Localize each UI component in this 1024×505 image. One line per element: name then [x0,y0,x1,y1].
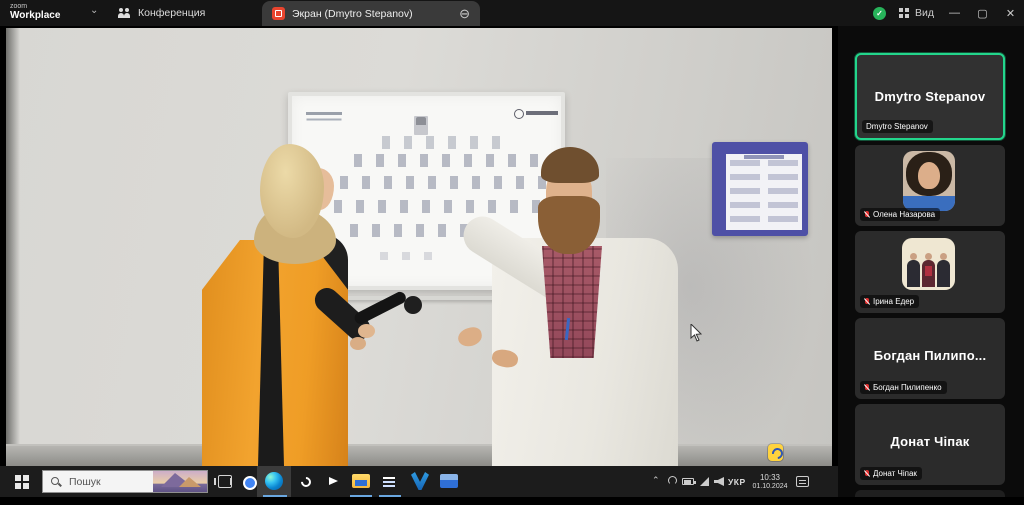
participant-name-tag: Dmytro Stepanov [862,120,933,133]
tab-shared-screen[interactable]: Экран (Dmytro Stepanov) ⊖ [262,1,480,26]
participant-group-avatar [902,238,955,290]
reporter-hand [350,337,366,350]
scene-left-shadow [6,28,20,466]
participant-avatar [903,151,955,211]
shared-screen-content: Пошук ⌃ УКР 10:33 01.10.2024 [0,26,838,505]
maximize-button[interactable]: ▢ [975,7,990,20]
language-indicator[interactable]: УКР [728,477,746,487]
doctor-hand [456,325,484,349]
view-button[interactable]: Вид [899,7,934,19]
avatar-person [937,260,950,287]
microphone-windscreen [404,296,422,314]
whiteboard-title-text [306,112,342,115]
avatar-person [922,260,935,287]
participant-name-tag: Олена Назарова [860,208,940,221]
tv-channel-logo [768,444,783,461]
poster-content [730,160,798,226]
shared-screen-tab-label: Экран (Dmytro Stepanov) [292,8,452,20]
org-chart-row [382,136,502,149]
participant-tile-bohdan-pylypenko[interactable]: Богдан Пилипо... Богдан Пилипенко [855,318,1005,399]
edge-icon[interactable] [265,472,283,490]
search-icon [51,477,61,487]
org-chart-row [334,200,558,213]
participant-name-label: Богдан Пилипенко [873,383,942,392]
doctor-plaid-shirt [542,246,602,358]
avatar-person [907,260,920,287]
whiteboard-top-photo [414,116,428,135]
start-button[interactable] [8,473,36,490]
org-chart-row [340,176,552,189]
brand-zoom-text: zoom [10,3,60,10]
minimize-button[interactable]: — [947,7,962,19]
search-highlight-image [153,471,207,492]
participant-tile-donat-chipak[interactable]: Донат Чіпак Донат Чіпак [855,404,1005,485]
muted-mic-icon [864,298,869,306]
bottom-letterbox [0,497,1024,505]
clock-time: 10:33 [750,473,790,483]
participant-name-label: Олена Назарова [873,210,935,219]
participant-name-center: Донат Чіпак [855,434,1005,449]
search-placeholder: Пошук [69,476,153,488]
org-chart-row [354,154,538,167]
tray-battery-icon[interactable] [682,478,694,485]
muted-mic-icon [864,384,869,392]
media-folder-app-icon[interactable] [352,474,370,488]
participant-name-center: Богдан Пилипо... [855,348,1005,363]
tray-volume-icon[interactable] [714,477,724,486]
whiteboard-logo [514,109,560,118]
participant-tile-iryna-eder[interactable]: Ірина Едер [855,231,1005,313]
taskbar-search-input[interactable]: Пошук [42,470,208,493]
shared-video-scene [6,28,832,466]
security-shield-icon[interactable]: ✓ [873,7,886,20]
tray-chevron-up-icon[interactable]: ⌃ [652,475,660,486]
clock-date: 01.10.2024 [750,483,790,491]
avatar-face [918,162,940,189]
muted-mic-icon [864,470,869,478]
mouse-cursor [690,324,702,347]
reporter-hand [358,324,375,338]
participant-tile-dmytro-stepanov[interactable]: Dmytro Stepanov Dmytro Stepanov [855,53,1005,140]
shared-screen-tab-icon [272,7,285,20]
windows-logo-icon [15,475,29,489]
toolbar-right-controls: ✓ Вид — ▢ ✕ [873,0,1018,26]
windows-taskbar: Пошук ⌃ УКР 10:33 01.10.2024 [0,466,838,497]
tray-sync-icon[interactable] [668,476,677,485]
participant-name-label: Донат Чіпак [873,469,917,478]
close-shared-screen-icon[interactable]: ⊖ [459,7,470,20]
view-grid-icon [899,8,910,19]
participant-name-center: Dmytro Stepanov [857,89,1003,104]
org-chart-row [380,252,444,260]
floor [6,444,832,466]
visual-studio-icon[interactable] [411,472,429,490]
participant-name-label: Dmytro Stepanov [866,122,928,131]
participant-name-tag: Богдан Пилипенко [860,381,947,394]
muted-mic-icon [864,211,869,219]
zoom-toolbar: zoom Workplace ⌄ Конференция Экран (Dmyt… [0,0,1024,26]
action-center-icon[interactable] [796,476,809,487]
meeting-tab-label: Конференция [138,7,205,19]
wall-poster-staff-board [712,142,808,236]
participants-icon [118,8,131,19]
participants-panel: Dmytro Stepanov Dmytro Stepanov Олена На… [838,26,1024,505]
zoom-workplace-logo: zoom Workplace [10,3,60,21]
tray-network-icon[interactable] [700,477,709,486]
tab-meeting[interactable]: Конференция [118,0,205,26]
view-label: Вид [915,7,934,19]
task-view-icon[interactable] [218,475,232,488]
participant-name-tag: Ірина Едер [860,295,919,308]
chevron-down-icon[interactable]: ⌄ [90,5,98,16]
taskbar-clock[interactable]: 10:33 01.10.2024 [750,473,790,491]
participant-tile-olena-nazarova[interactable]: Олена Назарова [855,145,1005,226]
participant-name-label: Ірина Едер [873,297,914,306]
reporter-hair [260,144,324,238]
close-button[interactable]: ✕ [1003,7,1018,20]
participant-name-tag: Донат Чіпак [860,467,922,480]
brand-workplace-text: Workplace [10,11,60,21]
